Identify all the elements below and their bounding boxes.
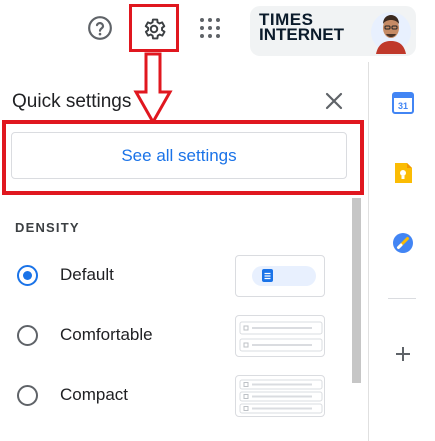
density-option-comfortable[interactable]: Comfortable xyxy=(0,313,340,359)
apps-dot xyxy=(200,18,204,22)
calendar-day: 31 xyxy=(398,101,408,111)
preview-default-graphic xyxy=(252,266,316,286)
scrollbar-thumb[interactable] xyxy=(352,198,361,383)
density-label-default: Default xyxy=(60,265,114,284)
preview-comfortable-graphic xyxy=(239,321,323,352)
top-bar: TIMES INTERNET xyxy=(0,0,435,62)
apps-button[interactable] xyxy=(196,14,224,42)
radio-default[interactable] xyxy=(17,265,38,286)
density-label-comfortable: Comfortable xyxy=(60,325,153,344)
add-icon[interactable] xyxy=(392,343,414,365)
apps-dot xyxy=(208,34,212,38)
close-icon[interactable] xyxy=(323,90,345,112)
see-all-settings-button[interactable]: See all settings xyxy=(11,132,347,179)
radio-compact[interactable] xyxy=(17,385,38,406)
avatar[interactable] xyxy=(370,10,412,54)
density-preview-comfortable xyxy=(235,315,325,357)
calendar-icon[interactable]: 31 xyxy=(392,92,414,114)
density-option-default[interactable]: Default xyxy=(0,253,340,299)
density-preview-default xyxy=(235,255,325,297)
brand-logo: TIMES INTERNET xyxy=(259,11,355,46)
help-button[interactable] xyxy=(84,12,116,44)
settings-highlight-box xyxy=(129,4,179,52)
annotation-arrow xyxy=(133,52,173,124)
rail-divider xyxy=(388,298,416,299)
density-label-compact: Compact xyxy=(60,385,129,404)
brand-line-2: INTERNET xyxy=(259,25,344,44)
apps-dot xyxy=(200,34,204,38)
density-preview-compact xyxy=(235,375,325,417)
apps-dot xyxy=(200,26,204,30)
radio-comfortable[interactable] xyxy=(17,325,38,346)
help-circle-icon xyxy=(88,16,112,40)
density-option-compact[interactable]: Compact xyxy=(0,373,340,419)
keep-icon[interactable] xyxy=(392,162,414,184)
apps-dot xyxy=(216,26,220,30)
apps-dot xyxy=(216,18,220,22)
density-heading: DENSITY xyxy=(15,220,80,235)
apps-dot xyxy=(216,34,220,38)
tasks-icon[interactable] xyxy=(392,232,414,254)
apps-dot xyxy=(208,26,212,30)
quick-settings-title: Quick settings xyxy=(12,91,132,112)
preview-compact-graphic xyxy=(239,379,323,414)
apps-dot xyxy=(208,18,212,22)
